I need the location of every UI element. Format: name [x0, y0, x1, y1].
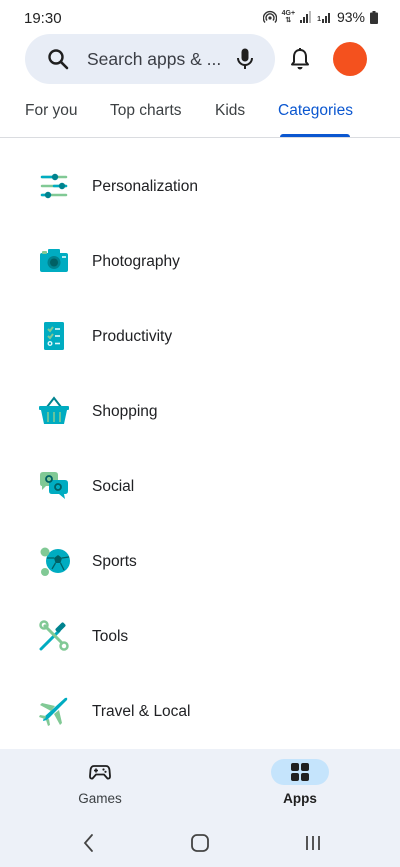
signal-icon-2 — [321, 13, 330, 23]
status-icons: 4G+ ⇅ 1 93% — [262, 9, 378, 25]
account-avatar[interactable] — [333, 42, 367, 76]
category-label: Travel & Local — [92, 703, 191, 720]
system-navigation-bar — [0, 819, 400, 867]
category-label: Productivity — [92, 328, 173, 345]
nav-apps[interactable]: Apps — [200, 749, 400, 819]
home-icon[interactable] — [190, 833, 210, 853]
gamepad-icon — [89, 765, 111, 780]
category-item-shopping[interactable]: Shopping — [0, 374, 400, 449]
nav-games-label: Games — [78, 791, 122, 806]
active-tab-indicator — [280, 134, 350, 137]
search-icon[interactable] — [47, 48, 69, 70]
battery-icon — [370, 10, 378, 24]
nav-apps-label: Apps — [283, 791, 317, 806]
tab-kids[interactable]: Kids — [215, 102, 245, 120]
mic-icon[interactable] — [235, 47, 255, 71]
category-item-personalization[interactable]: Personalization — [0, 149, 400, 224]
airplane-icon — [39, 697, 68, 726]
hotspot-icon — [262, 10, 277, 23]
search-input[interactable]: Search apps & ... — [87, 49, 221, 70]
tab-top-charts[interactable]: Top charts — [110, 102, 182, 120]
category-label: Photography — [92, 253, 180, 270]
chat-bubbles-icon — [40, 472, 68, 499]
category-item-social[interactable]: Social — [0, 449, 400, 524]
notifications-bell-icon[interactable] — [289, 47, 311, 71]
basket-icon — [39, 396, 69, 424]
category-item-tools[interactable]: Tools — [0, 599, 400, 674]
category-label: Tools — [92, 628, 129, 645]
nav-apps-icon-wrap — [271, 759, 329, 785]
category-item-productivity[interactable]: Productivity — [0, 299, 400, 374]
back-icon[interactable] — [82, 833, 96, 853]
checklist-icon — [44, 322, 64, 350]
status-time: 19:30 — [24, 10, 62, 27]
screwdriver-wrench-icon — [39, 620, 69, 651]
nav-games[interactable]: Games — [0, 749, 200, 819]
category-label: Social — [92, 478, 135, 495]
data-arrows-icon: ⇅ — [285, 17, 292, 24]
sports-balls-icon — [40, 547, 70, 576]
sliders-icon — [40, 173, 68, 199]
category-label: Sports — [92, 553, 137, 570]
network-type: 4G+ ⇅ — [282, 10, 295, 24]
tab-categories[interactable]: Categories — [278, 102, 353, 120]
category-item-photography[interactable]: Photography — [0, 224, 400, 299]
top-tabs: For you Top charts Kids Categories — [0, 88, 400, 138]
category-item-travel-local[interactable]: Travel & Local — [0, 674, 400, 749]
camera-icon — [40, 249, 68, 272]
category-label: Shopping — [92, 403, 158, 420]
apps-grid-icon — [291, 763, 309, 781]
battery-percent: 93% — [336, 9, 365, 25]
nav-games-icon-wrap — [71, 759, 129, 785]
signal-secondary: 1 — [317, 11, 332, 23]
search-bar[interactable]: Search apps & ... — [25, 34, 275, 84]
network-type-label: 4G+ — [281, 10, 296, 17]
category-label: Personalization — [92, 178, 198, 195]
bottom-navigation: Games Apps — [0, 749, 400, 819]
status-bar: 19:30 4G+ ⇅ 1 93% — [0, 0, 400, 34]
signal-icon — [300, 11, 312, 23]
recents-icon[interactable] — [303, 833, 323, 853]
tab-for-you[interactable]: For you — [25, 102, 78, 120]
sim-label: 1 — [317, 16, 321, 23]
category-item-sports[interactable]: Sports — [0, 524, 400, 599]
